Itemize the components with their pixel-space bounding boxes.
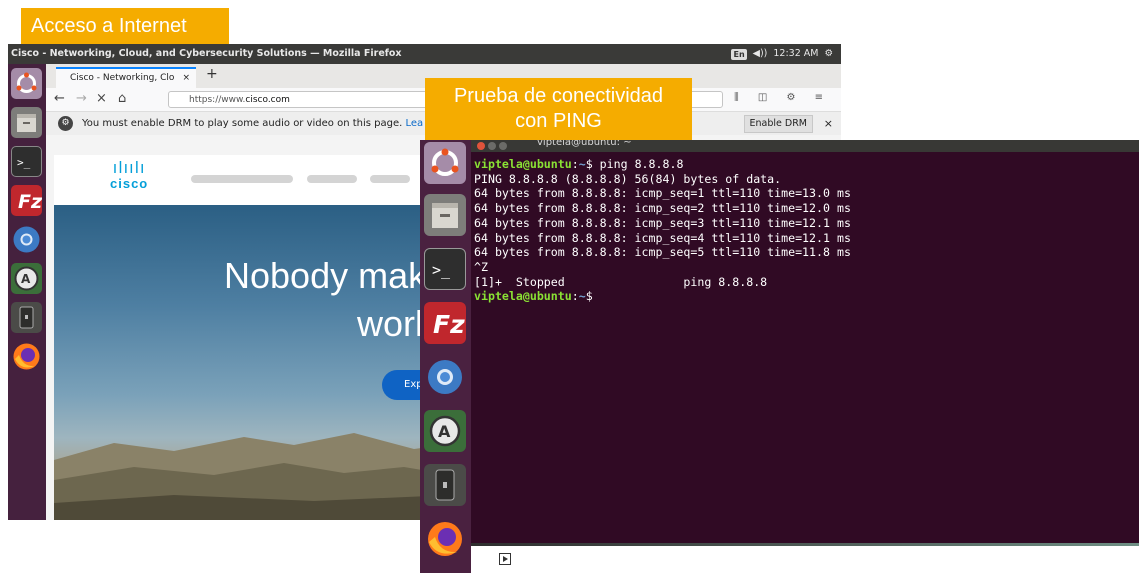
- volume-icon[interactable]: ◀)): [753, 44, 768, 64]
- svg-text:A: A: [438, 422, 451, 441]
- callout-internet-text: Acceso a Internet: [31, 15, 187, 37]
- tab-close-icon[interactable]: ×: [182, 69, 190, 87]
- keyboard-layout-indicator[interactable]: En: [731, 48, 747, 60]
- software-updater-icon[interactable]: A: [424, 410, 466, 452]
- terminal-line: [1]+ Stopped ping 8.8.8.8: [474, 274, 768, 289]
- hero-headline-line1: Nobody mak: [224, 255, 427, 296]
- terminal-screenshot: >_ Fz A viptela@ubuntu: ~ viptela@ubuntu…: [420, 140, 1139, 573]
- svg-text:>_: >_: [432, 261, 451, 279]
- url-domain: cisco.com: [245, 95, 290, 105]
- chromium-icon[interactable]: [424, 356, 466, 398]
- terminal-icon[interactable]: >_: [424, 248, 466, 290]
- media-play-icon[interactable]: [499, 553, 511, 565]
- software-updater-icon[interactable]: A: [11, 263, 42, 294]
- tab-label: Cisco - Networking, Clo: [70, 73, 175, 83]
- back-arrow-icon[interactable]: ←: [54, 91, 65, 107]
- terminal-line: PING 8.8.8.8 (8.8.8.8) 56(84) bytes of d…: [474, 171, 782, 186]
- terminal-line: 64 bytes from 8.8.8.8: icmp_seq=5 ttl=11…: [474, 245, 851, 260]
- terminal-line: 64 bytes from 8.8.8.8: icmp_seq=2 ttl=11…: [474, 201, 851, 216]
- url-prefix: https://www.: [189, 95, 246, 105]
- callout-ping-line2: con PING: [515, 110, 602, 132]
- drm-message: You must enable DRM to play some audio o…: [82, 118, 424, 129]
- callout-ping-test: Prueba de conectividad con PING: [425, 78, 692, 140]
- nav-placeholder-2: [307, 175, 357, 183]
- terminal-title: viptela@ubuntu: ~: [537, 140, 632, 148]
- toolbar-icons[interactable]: ⫼ ◫ ⚙ ≡: [734, 92, 831, 103]
- power-icon[interactable]: ⚙: [824, 44, 833, 64]
- usb-drive-icon[interactable]: [11, 302, 42, 333]
- terminal-line: 64 bytes from 8.8.8.8: icmp_seq=3 ttl=11…: [474, 215, 851, 230]
- terminal-icon[interactable]: >_: [11, 146, 42, 177]
- window-title: Cisco - Networking, Cloud, and Cybersecu…: [11, 48, 402, 59]
- forward-arrow-icon[interactable]: →: [76, 91, 87, 107]
- clock[interactable]: 12:32 AM: [773, 44, 818, 64]
- cisco-logo[interactable]: ılıılı cisco: [110, 159, 148, 191]
- ubuntu-logo-icon[interactable]: [424, 142, 466, 184]
- chromium-icon[interactable]: [11, 224, 42, 255]
- terminal-title-bar: viptela@ubuntu: ~: [471, 140, 1139, 152]
- firefox-icon[interactable]: [424, 518, 466, 560]
- svg-text:Fz: Fz: [433, 310, 465, 339]
- terminal-output: viptela@ubuntu:~$ ping 8.8.8.8 PING 8.8.…: [474, 157, 851, 304]
- filezilla-icon[interactable]: Fz: [11, 185, 43, 216]
- terminal-line: ^Z: [474, 259, 488, 274]
- terminal-line: 64 bytes from 8.8.8.8: icmp_seq=4 ttl=11…: [474, 230, 851, 245]
- stop-icon[interactable]: ×: [96, 91, 107, 107]
- maximize-icon: [499, 142, 507, 150]
- files-icon[interactable]: [424, 194, 466, 236]
- ubuntu-logo-icon[interactable]: [11, 68, 42, 99]
- tab-cisco[interactable]: Cisco - Networking, Clo ×: [56, 67, 196, 88]
- nav-placeholder-1: [191, 175, 293, 183]
- system-tray: En ◀)) 12:32 AM ⚙: [731, 44, 833, 64]
- svg-text:A: A: [21, 272, 31, 286]
- usb-drive-icon[interactable]: [424, 464, 466, 506]
- filezilla-icon[interactable]: Fz: [424, 302, 466, 344]
- window-controls[interactable]: [477, 142, 510, 152]
- terminal-window[interactable]: viptela@ubuntu: ~ viptela@ubuntu:~$ ping…: [471, 140, 1139, 543]
- drm-learn-more-link[interactable]: Lea: [406, 118, 424, 129]
- home-icon[interactable]: ⌂: [118, 91, 126, 107]
- minimize-icon: [488, 142, 496, 150]
- drm-info-icon: ⚙: [58, 116, 73, 131]
- files-icon[interactable]: [11, 107, 42, 138]
- ubuntu-launcher: >_ Fz A: [8, 64, 46, 520]
- close-icon: [477, 142, 485, 150]
- svg-text:Fz: Fz: [18, 191, 42, 213]
- terminal-line: 64 bytes from 8.8.8.8: icmp_seq=1 ttl=11…: [474, 186, 851, 201]
- ubuntu-launcher-2: >_ Fz A: [420, 140, 471, 573]
- new-tab-button[interactable]: +: [206, 66, 218, 82]
- callout-internet-access: Acceso a Internet: [21, 8, 229, 44]
- enable-drm-button[interactable]: Enable DRM: [743, 115, 813, 133]
- callout-ping-line1: Prueba de conectividad: [453, 85, 664, 107]
- drm-close-icon[interactable]: ×: [824, 112, 833, 135]
- bottom-strip: [471, 543, 1139, 573]
- ubuntu-top-bar: Cisco - Networking, Cloud, and Cybersecu…: [8, 44, 841, 64]
- svg-text:>_: >_: [17, 156, 31, 169]
- firefox-icon[interactable]: [11, 341, 42, 372]
- nav-placeholder-3: [370, 175, 410, 183]
